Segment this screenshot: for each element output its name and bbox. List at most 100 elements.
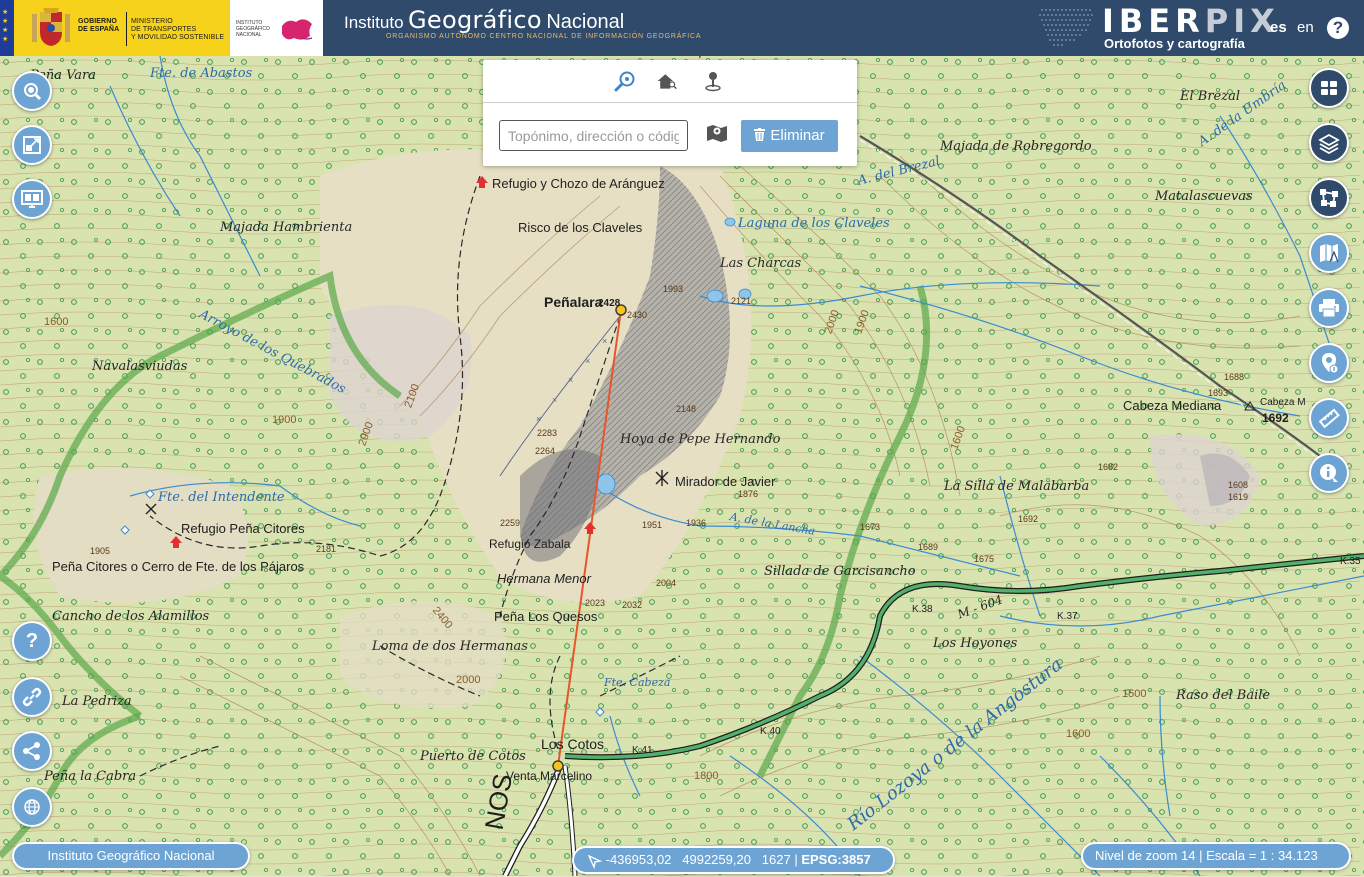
label-fte-intendente: Fte. del Intendente — [158, 490, 285, 505]
spot-elevation: 2023 — [585, 598, 606, 608]
label-penalara-elevation: 2428 — [598, 298, 621, 309]
grid-icon — [1321, 81, 1337, 95]
zoom-label: Nivel de zoom — [1095, 848, 1178, 863]
svg-text:×: × — [602, 336, 607, 346]
link-button[interactable] — [12, 677, 52, 717]
spot-elevation: 1692 — [1018, 514, 1039, 524]
extent-icon — [23, 136, 41, 154]
label-k35: K.35 — [1340, 556, 1361, 567]
spot-elevation: 1673 — [860, 522, 881, 532]
contour-label: 1800 — [694, 770, 719, 782]
spot-elevation: 1936 — [686, 518, 707, 528]
label-refugio-zabala: Refugio Zabala — [489, 537, 571, 551]
measure-button[interactable] — [1309, 398, 1349, 438]
coord-x: -436953,02 — [605, 852, 672, 867]
label-los-hoyones: Los Hoyones — [933, 636, 1018, 651]
government-logo-strip: ★ ★ ★ ★ GOBIERNO DE ESPAÑA MINISTERIO DE TR… — [0, 0, 323, 56]
display-button[interactable] — [12, 179, 52, 219]
app-subtitle: Ortofotos y cartografía — [1104, 36, 1245, 51]
spot-elevation: 1675 — [974, 554, 995, 564]
globe-button[interactable] — [12, 787, 52, 827]
print-button[interactable] — [1309, 288, 1349, 328]
label-cancho-alamillos: Cancho de los Alamillos — [52, 609, 210, 624]
map-book-button[interactable] — [1309, 233, 1349, 273]
search-input[interactable] — [499, 120, 688, 151]
label-k38: K.38 — [912, 604, 933, 615]
label-k40: K.40 — [760, 726, 781, 737]
government-logo: ★ ★ ★ ★ GOBIERNO DE ESPAÑA MINISTERIO DE TR… — [0, 0, 230, 56]
extent-button[interactable] — [12, 125, 52, 165]
contour-label: 1900 — [272, 414, 297, 426]
spot-elevation: 1619 — [1228, 492, 1249, 502]
grid-button[interactable] — [1309, 68, 1349, 108]
label-laguna-claveles: Laguna de los Claveles — [738, 216, 890, 231]
spot-elevation: 1905 — [90, 546, 111, 556]
label-cabeza-mediana-elev: 1692 — [1262, 411, 1289, 425]
delete-button[interactable]: Eliminar — [741, 120, 838, 152]
ministry-line-2: DE TRANSPORTES — [131, 26, 197, 33]
label-los-cotos: Los Cotos — [541, 736, 605, 752]
search-button[interactable] — [12, 71, 52, 111]
ministry-line-1: MINISTERIO — [131, 18, 173, 25]
help-icon: ? — [25, 629, 39, 652]
label-majada-hambrienta: Majada Hambrienta — [220, 220, 353, 235]
label-silla-malabarba: La Silla de Malabarba — [944, 479, 1090, 494]
label-risco-claveles: Risco de los Claveles — [518, 220, 643, 235]
share-icon — [23, 742, 40, 760]
map-book-icon — [1320, 244, 1339, 263]
label-puerto-cotos: Puerto de Cotos — [420, 749, 526, 764]
label-pena-quesos: Peña Los Quesos — [494, 609, 598, 624]
label-el-brezal: El Brezal — [1180, 89, 1240, 104]
label-pena-citores: Peña Citores o Cerro de Fte. de los Pája… — [52, 559, 305, 574]
label-loma-dos-hermanas: Loma de dos Hermanas — [372, 639, 528, 654]
label-hermana-menor: Hermana Menor — [497, 571, 591, 586]
location-info-button[interactable] — [1309, 343, 1349, 383]
elevation: 1627 — [761, 852, 791, 867]
topographic-map: × × × × × — [0, 56, 1364, 876]
help-button[interactable]: ? — [1327, 17, 1349, 39]
label-pena-la-cabra: Peña la Cabra — [44, 769, 137, 784]
map-canvas[interactable]: × × × × × Peña Vara Fte. de Abastos Majada H… — [0, 56, 1364, 876]
label-matalascuevas: Matalascuevas — [1155, 189, 1253, 204]
ign-title: Instituto Geográfico Nacional — [344, 6, 625, 34]
contour-label: 1600 — [44, 316, 69, 328]
contour-label: 2000 — [456, 674, 481, 686]
label-raso-baile: Raso del Baile — [1176, 688, 1271, 703]
globe-icon — [24, 799, 40, 815]
draw-button[interactable] — [1309, 178, 1349, 218]
label-hoya-pepe-hernando: Hoya de Pepe Hernando — [620, 432, 781, 447]
search-place-icon[interactable] — [614, 70, 636, 92]
epsg-code[interactable]: EPSG:3857 — [801, 852, 870, 867]
info-icon — [1320, 464, 1338, 482]
info-button[interactable] — [1309, 453, 1349, 493]
app-name: IBERPIX — [1102, 2, 1280, 40]
language-es-button[interactable]: es — [1270, 19, 1287, 36]
print-icon — [1319, 299, 1339, 318]
layers-button[interactable] — [1309, 123, 1349, 163]
spot-elevation: 2259 — [500, 518, 521, 528]
attribution-link[interactable]: Instituto Geográfico Nacional — [12, 842, 250, 870]
eu-flag-icon: ★ ★ ★ ★ — [0, 0, 14, 56]
share-button[interactable] — [12, 731, 52, 771]
label-majada-robregordo: Majada de Robregordo — [940, 139, 1092, 154]
spot-elevation: 1951 — [642, 520, 663, 530]
monitor-icon — [21, 190, 43, 208]
svg-text:×: × — [585, 356, 590, 366]
spot-elevation: 1688 — [1224, 372, 1245, 382]
search-address-icon[interactable] — [656, 70, 678, 92]
spot-elevation: 2283 — [537, 428, 558, 438]
map-pin-icon[interactable] — [705, 121, 729, 145]
label-refugio-aranguez: Refugio y Chozo de Aránguez — [492, 176, 665, 191]
zoom-value: 14 — [1181, 848, 1196, 863]
help-map-button[interactable]: ? — [12, 621, 52, 661]
spot-elevation: 2148 — [676, 404, 697, 414]
ministry-line-3: Y MOVILIDAD SOSTENIBLE — [131, 34, 225, 41]
language-en-button[interactable]: en — [1297, 19, 1314, 36]
spot-elevation: 2032 — [622, 600, 643, 610]
coordinates-readout: -436953,02 4992259,20 1627 | EPSG:3857 — [572, 846, 895, 874]
label-navalasviudas: Navalasviudas — [92, 359, 188, 374]
spot-elevation: 1689 — [918, 542, 939, 552]
label-sillada-garcisancho: Sillada de Garcisancho — [764, 564, 916, 579]
search-coordinates-icon[interactable] — [702, 70, 724, 92]
ign-small-logo-text: INSTITUTO GEOGRÁFICO NACIONAL — [236, 20, 270, 38]
